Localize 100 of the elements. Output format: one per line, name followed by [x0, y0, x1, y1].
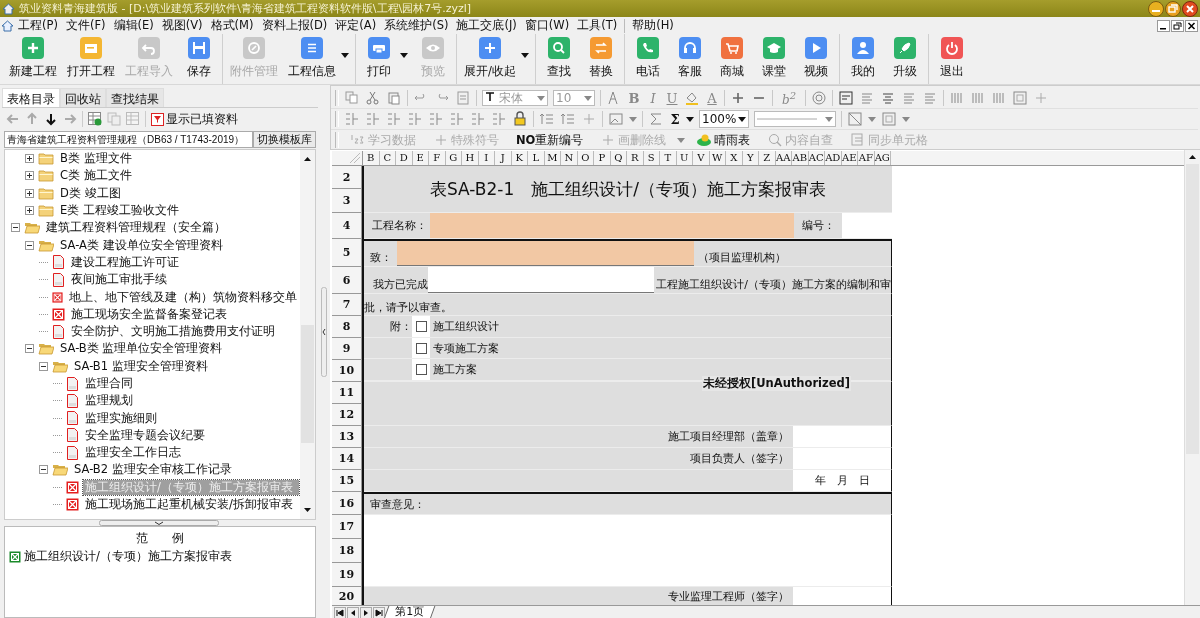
input-field[interactable]	[397, 241, 694, 266]
tree-item[interactable]: 监理合同	[83, 376, 135, 391]
tree-item[interactable]: 监理安全工作日志	[83, 445, 183, 461]
collapse-icon[interactable]	[39, 361, 48, 371]
toolbar-button[interactable]: 商城	[710, 34, 753, 84]
toolbar-button[interactable]: NO重新编号	[510, 132, 590, 148]
table-edit-icon[interactable]	[365, 111, 381, 127]
toolbar-button[interactable]: 晴雨表	[690, 132, 757, 148]
toolbar-button[interactable]: 我的	[841, 34, 884, 84]
tree-item[interactable]: D类 竣工图	[58, 185, 123, 201]
align-icon[interactable]	[859, 90, 875, 106]
toolbar-button[interactable]: 视频	[794, 34, 837, 84]
toolbar-button[interactable]: 工程信息	[283, 34, 341, 84]
collapse-icon[interactable]	[11, 223, 20, 233]
tree-item[interactable]: 安全监理专题会议纪要	[83, 427, 207, 443]
toolbar-button[interactable]: 查找	[537, 34, 580, 84]
checkbox[interactable]	[415, 364, 427, 376]
menu-item[interactable]: 系统维护(S)	[380, 18, 453, 33]
down-arrow-icon[interactable]	[44, 112, 58, 126]
table-edit-icon[interactable]	[386, 111, 402, 127]
tree-item[interactable]: 监理实施细则	[83, 410, 159, 426]
close-button[interactable]	[1185, 19, 1198, 32]
align-center-icon[interactable]	[880, 90, 896, 106]
table-edit-icon[interactable]	[491, 111, 507, 127]
tree-item[interactable]: SA-B类 监理单位安全管理资料	[58, 341, 225, 357]
expand-icon[interactable]	[25, 171, 34, 181]
table-edit-icon[interactable]	[407, 111, 423, 127]
tree-item[interactable]: 建筑工程资料管理规程（安全篇）	[44, 220, 228, 236]
menu-item[interactable]: 资料上报(D)	[257, 18, 332, 33]
tree-item[interactable]: SA-B2 监理安全审核工作记录	[72, 462, 234, 478]
tree-item[interactable]: SA-A类 建设单位安全管理资料	[58, 237, 225, 253]
input-field[interactable]	[793, 426, 891, 447]
tree-item[interactable]: 夜间施工审批手续	[69, 272, 169, 288]
paste-icon[interactable]	[386, 90, 402, 106]
switch-template-button[interactable]: 切换模板库	[253, 131, 316, 148]
lock-icon[interactable]	[512, 111, 528, 127]
input-field[interactable]	[364, 515, 892, 587]
checkbox[interactable]	[415, 320, 427, 332]
tree-item[interactable]: 安全防护、文明施工措施费用支付证明	[69, 324, 277, 340]
toolbar-button[interactable]: 新建工程	[4, 34, 62, 84]
menu-item[interactable]: 帮助(H)	[628, 18, 678, 33]
weather-icon[interactable]	[696, 132, 713, 148]
image-icon[interactable]	[608, 111, 624, 127]
tree-item[interactable]: SA-B1 监理安全管理资料	[72, 358, 210, 374]
scissors-icon[interactable]	[365, 90, 381, 106]
table-edit-icon[interactable]	[428, 111, 444, 127]
tree-item[interactable]: C类 施工文件	[58, 168, 134, 184]
tab[interactable]: 表格目录	[2, 88, 60, 107]
tab[interactable]: 回收站	[60, 88, 106, 107]
toolbar-button[interactable]: 展开/收起	[459, 34, 521, 84]
table-edit-icon[interactable]	[470, 111, 486, 127]
tree-item[interactable]: 施工现场安全监督备案登记表	[69, 306, 229, 322]
border-icon[interactable]	[881, 111, 897, 127]
dropdown-icon[interactable]	[341, 52, 349, 58]
line-spacing-icon[interactable]	[539, 111, 555, 127]
stamp-icon[interactable]	[811, 90, 827, 106]
toolbar-button[interactable]: 退出	[930, 34, 973, 84]
tree-item[interactable]: 监理规划	[83, 393, 135, 409]
columns-icon[interactable]	[949, 90, 965, 106]
toolbar-button[interactable]: 打开工程	[62, 34, 120, 84]
sum-button[interactable]: Σ	[669, 111, 681, 127]
line-style-dropdown[interactable]	[754, 111, 836, 127]
menu-item[interactable]: 视图(V)	[157, 18, 207, 33]
wrap-text-icon[interactable]	[838, 90, 854, 106]
menu-item[interactable]: 评定(A)	[331, 18, 381, 33]
menu-item[interactable]: 文件(F)	[61, 18, 110, 33]
tree-item[interactable]: B类 监理文件	[58, 151, 134, 167]
table-edit-icon[interactable]	[344, 111, 360, 127]
border-icon[interactable]	[1012, 90, 1028, 106]
close-button[interactable]	[1182, 0, 1198, 17]
menu-item[interactable]: 编辑(E)	[109, 18, 158, 33]
minimize-button[interactable]	[1157, 19, 1170, 32]
tree-item[interactable]: 建设工程施工许可证	[69, 254, 181, 270]
input-field[interactable]	[793, 448, 891, 469]
toolbar-button[interactable]: 保存	[178, 34, 220, 84]
plus-icon[interactable]	[730, 90, 746, 106]
restore-button[interactable]	[1165, 0, 1181, 17]
tree-item[interactable]: 施工现场施工起重机械安装/拆卸报审表	[83, 497, 295, 513]
input-field[interactable]	[842, 213, 892, 238]
minimize-button[interactable]	[1148, 0, 1164, 17]
toolbar-button[interactable]: 电话	[626, 34, 669, 84]
menu-item[interactable]: 施工交底(J)	[452, 18, 521, 33]
menu-item[interactable]: 窗口(W)	[520, 18, 574, 33]
menu-item[interactable]: 工具(T)	[573, 18, 622, 33]
last-page-icon[interactable]	[373, 606, 385, 618]
align-icon[interactable]	[901, 90, 917, 106]
columns-icon[interactable]	[991, 90, 1007, 106]
collapse-icon[interactable]	[39, 465, 48, 475]
input-field[interactable]	[430, 213, 794, 238]
diagonal-border-icon[interactable]	[847, 111, 863, 127]
tab[interactable]: 查找结果	[106, 88, 164, 107]
next-page-icon[interactable]	[360, 606, 372, 618]
align-icon[interactable]	[922, 90, 938, 106]
expand-icon[interactable]	[25, 188, 34, 198]
checkbox[interactable]	[415, 342, 427, 354]
input-field[interactable]	[428, 267, 655, 293]
restore-button[interactable]	[1171, 19, 1184, 32]
fill-color-icon[interactable]	[684, 90, 700, 106]
toolbar-button[interactable]: 升级	[883, 34, 926, 84]
toolbar-button[interactable]: 客服	[668, 34, 711, 84]
